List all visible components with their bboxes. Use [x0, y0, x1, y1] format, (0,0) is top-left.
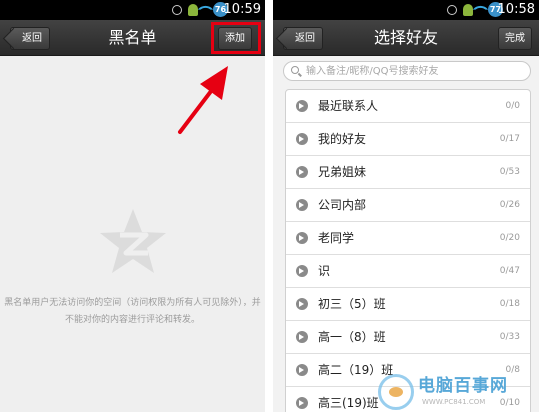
alarm-icon	[447, 5, 457, 15]
search-icon	[291, 66, 299, 74]
group-count: 0/47	[499, 266, 520, 276]
wifi-icon	[472, 1, 489, 18]
friend-group-row[interactable]: 初三（5）班 0/18	[286, 288, 530, 321]
watermark-text: 电脑百事网	[418, 376, 508, 396]
wifi-icon	[197, 1, 214, 18]
site-logo-icon	[378, 374, 414, 410]
friend-group-row[interactable]: 老同学 0/20	[286, 222, 530, 255]
group-name: 老同学	[318, 231, 355, 245]
select-friends-screen: 77 10:58 返回 选择好友 完成 输入备注/昵称/QQ号搜索好友 最近联系…	[273, 0, 539, 412]
group-count: 0/20	[499, 233, 520, 243]
friend-group-row[interactable]: 高一（8）班 0/33	[286, 321, 530, 354]
group-name: 兄弟姐妹	[318, 165, 367, 179]
done-button[interactable]: 完成	[498, 27, 532, 50]
expand-arrow-icon	[296, 397, 308, 409]
status-time: 10:58	[497, 2, 535, 17]
alarm-icon	[172, 5, 182, 15]
group-count: 0/33	[499, 332, 520, 342]
status-bar: 76 10:59	[0, 0, 265, 20]
blacklist-screen: 76 10:59 返回 黑名单 添加 黑名单用户无法访问你的空间（访问权限为所有…	[0, 0, 265, 412]
expand-arrow-icon	[296, 199, 308, 211]
android-icon	[188, 4, 198, 16]
expand-arrow-icon	[296, 331, 308, 343]
group-name: 初三（5）班	[318, 297, 386, 311]
group-name: 公司内部	[318, 198, 367, 212]
friend-group-row[interactable]: 最近联系人 0/0	[286, 90, 530, 123]
expand-arrow-icon	[296, 100, 308, 112]
watermark-url: WWW.PC841.COM	[422, 398, 486, 406]
qzone-star-icon	[100, 209, 166, 273]
group-name: 最近联系人	[318, 99, 379, 113]
watermark: 电脑百事网 WWW.PC841.COM	[378, 372, 538, 412]
group-count: 0/0	[505, 101, 520, 111]
search-input[interactable]: 输入备注/昵称/QQ号搜索好友	[283, 61, 531, 81]
android-icon	[463, 4, 473, 16]
friend-group-row[interactable]: 识 0/47	[286, 255, 530, 288]
expand-arrow-icon	[296, 232, 308, 244]
group-count: 0/17	[499, 134, 520, 144]
group-name: 高一（8）班	[318, 330, 386, 344]
expand-arrow-icon	[296, 298, 308, 310]
arrow-annotation-icon	[178, 66, 228, 134]
expand-arrow-icon	[296, 166, 308, 178]
group-name: 高三(19)班	[318, 396, 379, 410]
highlight-box	[211, 22, 261, 54]
group-count: 0/53	[499, 167, 520, 177]
group-name: 识	[318, 264, 331, 278]
expand-arrow-icon	[296, 364, 308, 376]
status-time: 10:59	[223, 2, 261, 17]
friend-group-row[interactable]: 公司内部 0/26	[286, 189, 530, 222]
title-bar: 返回 选择好友 完成	[273, 20, 539, 56]
status-bar: 77 10:58	[273, 0, 539, 20]
expand-arrow-icon	[296, 133, 308, 145]
group-count: 0/26	[499, 200, 520, 210]
friend-group-row[interactable]: 我的好友 0/17	[286, 123, 530, 156]
group-count: 0/18	[499, 299, 520, 309]
group-name: 我的好友	[318, 132, 367, 146]
friend-group-list: 最近联系人 0/0 我的好友 0/17 兄弟姐妹 0/53 公司内部 0/26 老同学 0/20 识…	[285, 89, 531, 412]
empty-state-text: 黑名单用户无法访问你的空间（访问权限为所有人可见除外），并不能对你的内容进行评论…	[4, 298, 261, 325]
expand-arrow-icon	[296, 265, 308, 277]
friend-group-row[interactable]: 兄弟姐妹 0/53	[286, 156, 530, 189]
search-placeholder: 输入备注/昵称/QQ号搜索好友	[306, 66, 439, 77]
